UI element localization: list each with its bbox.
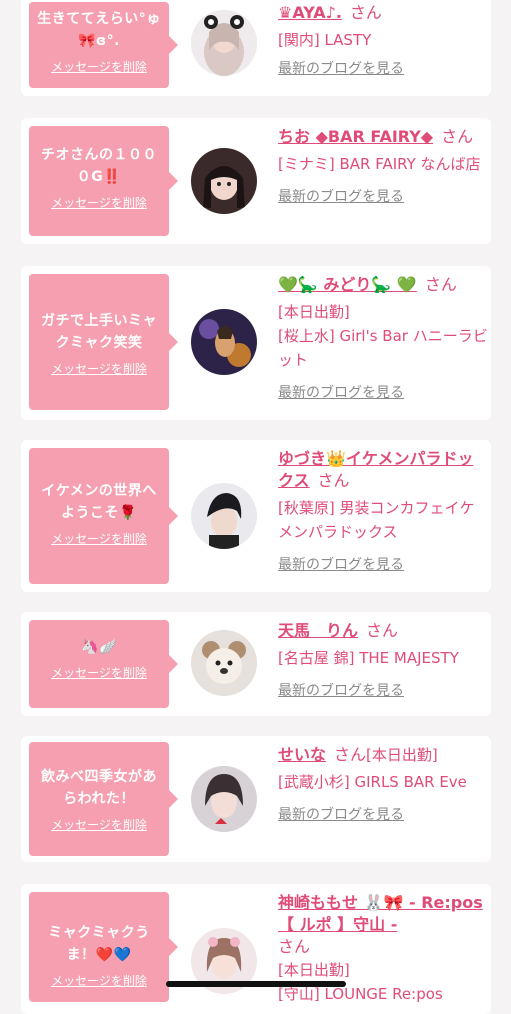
shop-info: [秋葉原] 男装コンカフェイケメンパラドックス xyxy=(278,496,488,544)
message-bubble: 飲みべ四季女があらわれた！ メッセージを削除 xyxy=(29,742,178,856)
delete-message-link[interactable]: メッセージを削除 xyxy=(51,194,147,211)
shop-info: [名古屋 錦] THE MAJESTY xyxy=(278,646,488,670)
message-card: 🦄🪽 メッセージを削除 天馬 りん さん [名古屋 錦] THE MAJESTY … xyxy=(21,612,491,716)
message-card: ミャクミャクうま！❤️💙 メッセージを削除 神崎ももせ 🐰🎀 - Re:pos … xyxy=(21,884,491,1014)
avatar[interactable] xyxy=(191,10,257,76)
card-info: 神崎ももせ 🐰🎀 - Re:pos 【 ルポ 】守山 - さん [本日出勤] [… xyxy=(278,892,488,1006)
message-text: チオさんの１０００G‼️ xyxy=(41,147,157,185)
message-card: チオさんの１０００G‼️ メッセージを削除 ちお ◆BAR FAIRY◆ さん [… xyxy=(21,118,491,244)
message-card: イケメンの世界へようこそ🌹 メッセージを削除 ゆづき👑イケメンパラドックス さん … xyxy=(21,440,491,592)
honorific: さん xyxy=(349,3,382,22)
delete-message-link[interactable]: メッセージを削除 xyxy=(51,530,147,547)
shop-line: [名古屋 錦] THE MAJESTY xyxy=(278,649,459,667)
cast-name-link[interactable]: 神崎ももせ 🐰🎀 - Re:pos 【 ルポ 】守山 - xyxy=(278,893,483,934)
message-bubble: チオさんの１０００G‼️ メッセージを削除 xyxy=(29,126,178,236)
cast-name-link[interactable]: 💚🦕 みどり🦕 💚 xyxy=(278,275,417,294)
message-bubble: ミャクミャクうま！❤️💙 メッセージを削除 xyxy=(29,892,178,1002)
message-text: 🦄🪽 xyxy=(81,639,117,655)
cast-name-link[interactable]: せいな xyxy=(278,745,326,764)
shop-line: [本日出勤] xyxy=(278,303,350,321)
message-card: ガチで上手いミャクミャク笑笑 メッセージを削除 💚🦕 みどり🦕 💚 さん [本日出… xyxy=(21,266,491,420)
delete-message-link[interactable]: メッセージを削除 xyxy=(51,58,147,75)
avatar[interactable] xyxy=(191,483,257,549)
attendance-status: [本日出勤] xyxy=(366,746,438,764)
delete-message-link[interactable]: メッセージを削除 xyxy=(51,816,147,833)
honorific: さん xyxy=(366,621,399,640)
card-info: ♛AYA♪. さん [関内] LASTY 最新のブログを見る xyxy=(278,2,488,78)
honorific: さん xyxy=(334,745,367,764)
shop-line: [桜上水] Girl's Bar ハニーラビット xyxy=(278,327,488,369)
latest-blog-link[interactable]: 最新のブログを見る xyxy=(278,680,404,700)
card-info: 天馬 りん さん [名古屋 錦] THE MAJESTY 最新のブログを見る xyxy=(278,620,488,700)
shop-line: [ミナミ] BAR FAIRY なんば店 xyxy=(278,155,481,173)
avatar[interactable] xyxy=(191,309,257,375)
honorific: さん xyxy=(424,275,457,294)
message-bubble: 🦄🪽 メッセージを削除 xyxy=(29,620,178,708)
card-info: 💚🦕 みどり🦕 💚 さん [本日出勤] [桜上水] Girl's Bar ハニーラ… xyxy=(278,274,488,402)
latest-blog-link[interactable]: 最新のブログを見る xyxy=(278,382,404,402)
message-bubble: ガチで上手いミャクミャク笑笑 メッセージを削除 xyxy=(29,274,178,410)
shop-info: [関内] LASTY xyxy=(278,28,488,52)
shop-info: [ミナミ] BAR FAIRY なんば店 xyxy=(278,152,488,176)
message-text: 飲みべ四季女があらわれた！ xyxy=(41,769,157,807)
message-text: 生きててえらい°ゅ🎀ɞ°. xyxy=(37,11,161,49)
shop-info: [武蔵小杉] GIRLS BAR Eve xyxy=(278,770,488,794)
avatar-photo xyxy=(191,10,257,76)
home-indicator[interactable] xyxy=(166,981,346,987)
latest-blog-link[interactable]: 最新のブログを見る xyxy=(278,554,404,574)
latest-blog-link[interactable]: 最新のブログを見る xyxy=(278,58,404,78)
cast-name-link[interactable]: ちお ◆BAR FAIRY◆ xyxy=(278,127,433,146)
card-info: ちお ◆BAR FAIRY◆ さん [ミナミ] BAR FAIRY なんば店 最新… xyxy=(278,126,488,206)
card-info: ゆづき👑イケメンパラドックス さん [秋葉原] 男装コンカフェイケメンパラドックス… xyxy=(278,448,488,574)
message-card: 生きててえらい°ゅ🎀ɞ°. メッセージを削除 ♛AYA♪. さん [関内] LAS… xyxy=(21,0,491,96)
avatar[interactable] xyxy=(191,148,257,214)
shop-line: [武蔵小杉] GIRLS BAR Eve xyxy=(278,773,467,791)
avatar-photo xyxy=(191,483,257,549)
shop-info: [本日出勤] [桜上水] Girl's Bar ハニーラビット xyxy=(278,300,488,372)
honorific: さん xyxy=(317,471,350,490)
message-text: イケメンの世界へようこそ🌹 xyxy=(41,483,157,521)
cast-name-link[interactable]: 天馬 りん xyxy=(278,621,358,640)
delete-message-link[interactable]: メッセージを削除 xyxy=(51,664,147,681)
honorific: さん xyxy=(441,127,474,146)
avatar-photo xyxy=(191,630,257,696)
delete-message-link[interactable]: メッセージを削除 xyxy=(51,972,147,989)
message-text: ガチで上手いミャクミャク笑笑 xyxy=(41,313,157,351)
cast-name-link[interactable]: ♛AYA♪. xyxy=(278,3,342,22)
avatar[interactable] xyxy=(191,766,257,832)
avatar-photo xyxy=(191,766,257,832)
avatar-photo xyxy=(191,309,257,375)
message-bubble: イケメンの世界へようこそ🌹 メッセージを削除 xyxy=(29,448,178,584)
message-text: ミャクミャクうま！❤️💙 xyxy=(48,925,150,963)
shop-line: [関内] LASTY xyxy=(278,31,372,49)
message-bubble: 生きててえらい°ゅ🎀ɞ°. メッセージを削除 xyxy=(29,2,178,88)
honorific: さん xyxy=(278,937,311,956)
avatar[interactable] xyxy=(191,630,257,696)
message-card: 飲みべ四季女があらわれた！ メッセージを削除 せいな さん[本日出勤] [武蔵小杉… xyxy=(21,736,491,862)
latest-blog-link[interactable]: 最新のブログを見る xyxy=(278,186,404,206)
shop-line: [秋葉原] 男装コンカフェイケメンパラドックス xyxy=(278,499,475,541)
delete-message-link[interactable]: メッセージを削除 xyxy=(51,360,147,377)
avatar-photo xyxy=(191,148,257,214)
latest-blog-link[interactable]: 最新のブログを見る xyxy=(278,804,404,824)
shop-line: [本日出勤] xyxy=(278,961,350,979)
cast-name-link[interactable]: ゆづき👑イケメンパラドックス xyxy=(278,449,473,490)
card-info: せいな さん[本日出勤] [武蔵小杉] GIRLS BAR Eve 最新のブログを… xyxy=(278,744,488,824)
